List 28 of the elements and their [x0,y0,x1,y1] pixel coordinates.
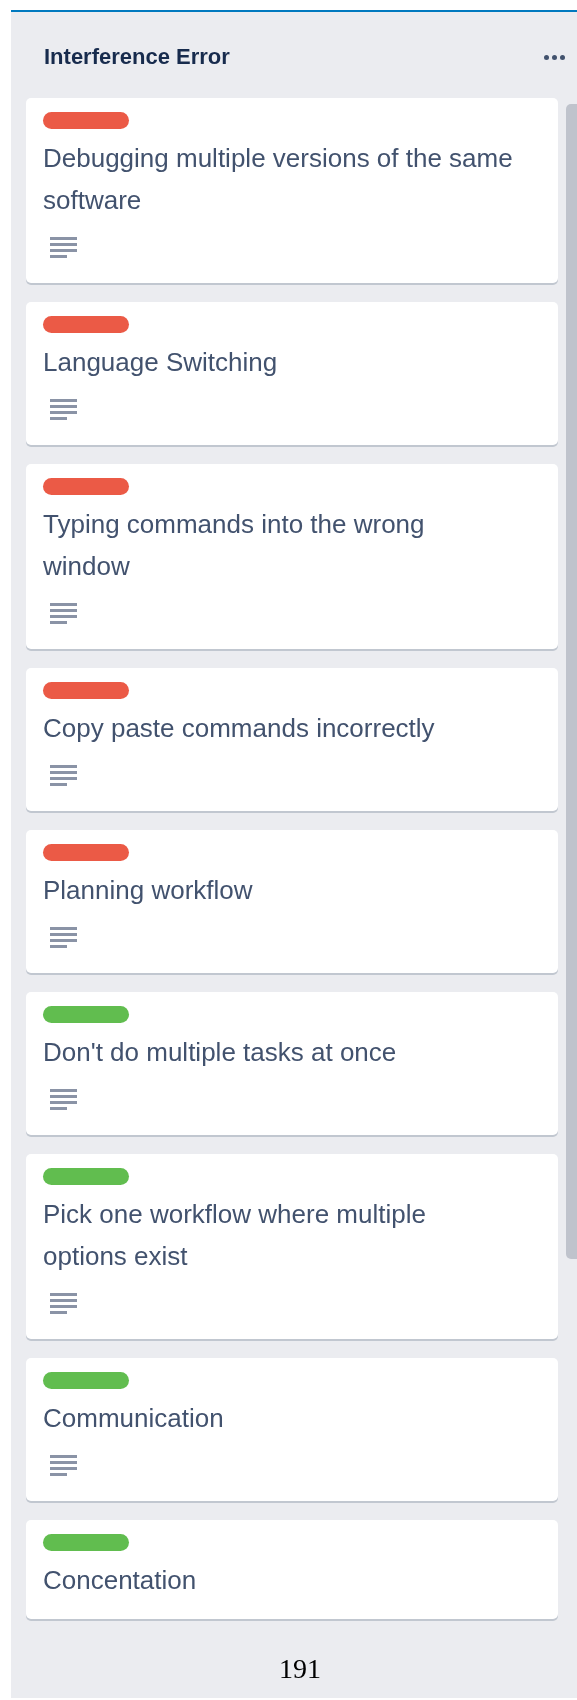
description-icon [50,1291,78,1315]
description-icon [50,763,78,787]
card-title: Planning workflow [43,874,254,907]
card-title: Debugging multiple versions of the same software [43,142,514,217]
description-icon [50,397,78,421]
card[interactable]: Pick one workflow where multiple options exist [26,1154,558,1339]
card[interactable]: Don't do multiple tasks at once [26,992,558,1135]
card[interactable]: Copy paste commands incorrectly [26,668,558,811]
page-number: 191 [279,1652,321,1686]
card[interactable]: Typing commands into the wrong window [26,464,558,649]
list-title: Interference Error [44,43,230,71]
description-icon [50,1087,78,1111]
card[interactable]: Language Switching [26,302,558,445]
description-icon [50,1453,78,1477]
description-icon [50,925,78,949]
card[interactable]: Planning workflow [26,830,558,973]
card-title: Concentation [43,1564,198,1597]
description-icon [50,601,78,625]
card-title: Language Switching [43,346,279,379]
card[interactable]: Concentation [26,1520,558,1619]
card-title: Don't do multiple tasks at once [43,1036,398,1069]
card-title: Copy paste commands incorrectly [43,712,436,745]
card-title: Pick one workflow where multiple options exist [43,1198,427,1273]
card-title: Communication [43,1402,225,1435]
card-title: Typing commands into the wrong window [43,508,426,583]
card[interactable]: Debugging multiple versions of the same software [26,98,558,283]
description-icon [50,235,78,259]
card[interactable]: Communication [26,1358,558,1501]
